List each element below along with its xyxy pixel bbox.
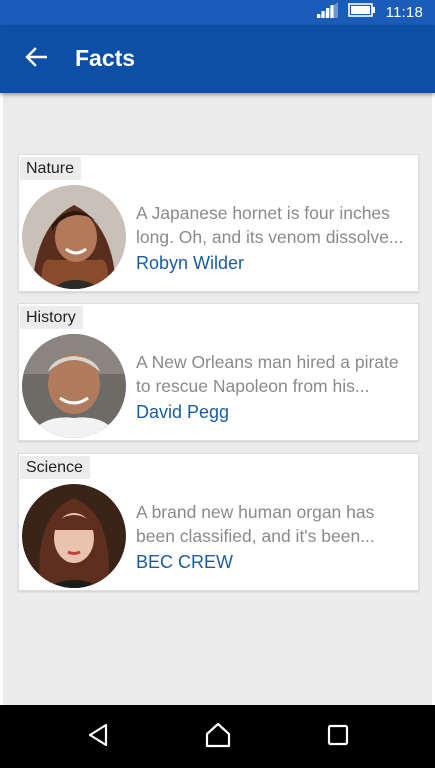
fact-summary-line-1: A New Orleans man hired a pirate	[136, 352, 399, 372]
fact-summary-line-2: long. Oh, and its venom dissolve...	[136, 227, 404, 247]
back-triangle-icon	[87, 723, 109, 752]
fact-summary-line-1: A Japanese hornet is four inches	[136, 203, 390, 223]
fact-summary-line-2: to rescue Napoleon from his...	[136, 376, 370, 396]
back-button[interactable]	[18, 43, 54, 75]
app-bar: Facts	[0, 25, 435, 93]
avatar	[22, 334, 126, 438]
fact-summary: A Japanese hornet is four inches long. O…	[136, 201, 420, 249]
author-link[interactable]: Robyn Wilder	[136, 253, 244, 274]
category-tag: Nature	[20, 157, 82, 180]
recents-icon	[327, 724, 349, 751]
battery-icon	[347, 3, 376, 22]
fact-summary: A brand new human organ has been classif…	[136, 500, 420, 548]
fact-summary-line-2: been classified, and it's been...	[136, 526, 375, 546]
category-tag: Science	[20, 456, 90, 479]
page-title: Facts	[75, 45, 136, 71]
status-time: 11:18	[385, 4, 423, 21]
home-icon	[204, 722, 232, 753]
category-tag: History	[20, 306, 83, 329]
fact-summary-line-1: A brand new human organ has	[136, 502, 375, 522]
fact-summary: A New Orleans man hired a pirate to resc…	[136, 350, 420, 398]
status-icons: 11:18	[315, 0, 423, 25]
signal-icon	[315, 2, 338, 23]
fact-card[interactable]: History A New Orleans man hired a pirate…	[18, 303, 419, 441]
avatar	[22, 185, 126, 289]
author-link[interactable]: BEC CREW	[136, 552, 233, 573]
facts-list: Nature A Japanese hornet is four inches …	[3, 93, 432, 705]
status-bar: 11:18	[0, 0, 435, 25]
author-link[interactable]: David Pegg	[136, 402, 229, 423]
nav-recents-button[interactable]	[322, 721, 354, 753]
nav-home-button[interactable]	[202, 721, 234, 753]
navigation-bar	[0, 705, 435, 768]
nav-back-button[interactable]	[82, 721, 114, 753]
arrow-left-icon	[25, 46, 48, 72]
avatar	[22, 484, 126, 588]
fact-card[interactable]: Science A brand new human organ has been…	[18, 453, 419, 591]
fact-card[interactable]: Nature A Japanese hornet is four inches …	[18, 154, 419, 292]
